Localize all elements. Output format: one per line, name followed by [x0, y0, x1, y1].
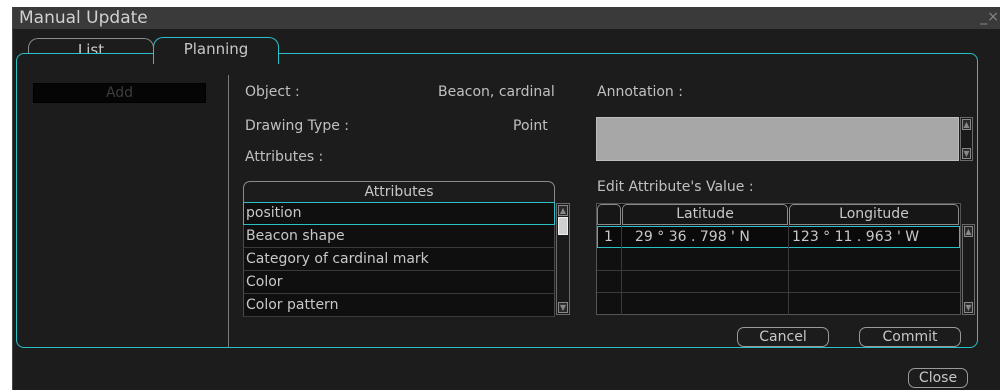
commit-button[interactable]: Commit [859, 327, 961, 347]
annotation-label: Annotation : [597, 84, 683, 100]
latitude-column-header[interactable]: Latitude [622, 204, 788, 225]
edit-attribute-value-label: Edit Attribute's Value : [597, 179, 754, 195]
attribute-item-beacon-shape[interactable]: Beacon shape [243, 225, 555, 248]
table-row[interactable] [597, 249, 960, 271]
edit-value-index-header [597, 204, 621, 225]
edit-value-table: Latitude Longitude 1 29 ° 36 . 798 ' N 1… [596, 203, 961, 315]
scroll-up-arrow-icon[interactable]: ▲ [558, 205, 568, 216]
table-row[interactable] [597, 293, 960, 315]
tab-planning-label: Planning [183, 40, 249, 58]
attributes-list: position Beacon shape Category of cardin… [243, 202, 555, 317]
cancel-button[interactable]: Cancel [737, 327, 829, 347]
latitude-cell[interactable]: 29 ° 36 . 798 ' N [635, 227, 750, 247]
panel-divider [228, 75, 229, 347]
window-close-icon[interactable]: _× [980, 9, 999, 25]
edit-value-scroll-up-icon[interactable]: ▲ [964, 226, 973, 237]
object-label: Object : [245, 84, 300, 100]
attribute-item-color[interactable]: Color [243, 271, 555, 294]
row-number: 1 [604, 229, 613, 245]
longitude-cell[interactable]: 123 ° 11 . 963 ' W [792, 227, 919, 247]
attributes-scrollbar[interactable]: ▲ ▼ [556, 203, 570, 315]
annotation-scrollbar[interactable]: ▲ ▼ [960, 117, 973, 161]
column-divider [788, 225, 789, 315]
table-row[interactable] [597, 271, 960, 293]
scroll-thumb[interactable] [558, 217, 568, 235]
annotation-scroll-down-icon[interactable]: ▼ [962, 148, 971, 159]
annotation-scroll-up-icon[interactable]: ▲ [962, 119, 971, 130]
title-bar[interactable]: Manual Update _× [13, 7, 1000, 29]
table-row[interactable]: 1 29 ° 36 . 798 ' N 123 ° 11 . 963 ' W [597, 226, 960, 248]
longitude-column-header[interactable]: Longitude [789, 204, 959, 225]
scroll-down-arrow-icon[interactable]: ▼ [558, 302, 568, 313]
object-value: Beacon, cardinal [438, 84, 555, 100]
edit-value-scroll-down-icon[interactable]: ▼ [964, 302, 973, 313]
edit-value-scrollbar[interactable]: ▲ ▼ [962, 224, 975, 315]
attributes-column-header[interactable]: Attributes [243, 181, 555, 202]
attribute-item-color-pattern[interactable]: Color pattern [243, 294, 555, 317]
column-divider [621, 225, 622, 315]
attribute-item-category-of-cardinal-mark[interactable]: Category of cardinal mark [243, 248, 555, 271]
attribute-item-position[interactable]: position [243, 202, 555, 225]
attributes-label: Attributes : [245, 149, 324, 165]
drawing-type-label: Drawing Type : [245, 118, 349, 134]
window-title: Manual Update [19, 8, 148, 28]
drawing-type-value: Point [513, 118, 548, 134]
close-button[interactable]: Close [908, 368, 968, 388]
add-button[interactable]: Add [33, 83, 206, 103]
tab-planning[interactable]: Planning [153, 37, 279, 64]
annotation-field[interactable] [596, 117, 959, 161]
